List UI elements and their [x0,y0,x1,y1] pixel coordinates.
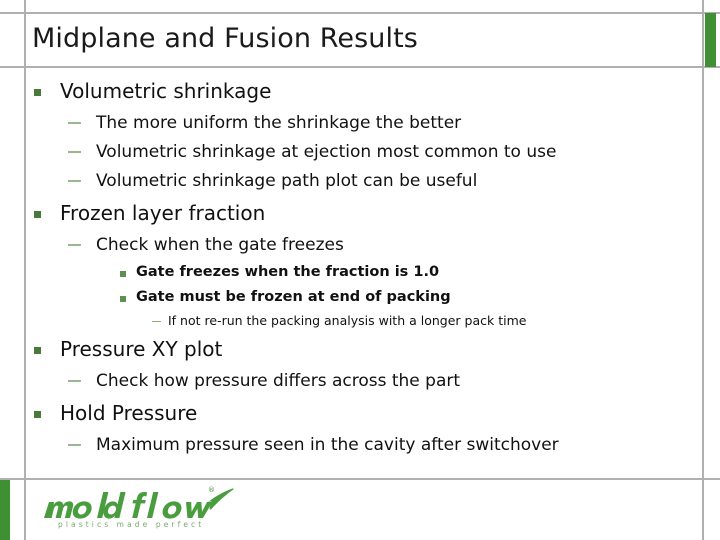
frame-rule-bottom [0,478,720,480]
list-item: The more uniform the shrinkage the bette… [24,109,702,138]
frame-rule-title-divider [0,66,720,68]
dash-bullet-icon [68,151,81,153]
list-item-label: Hold Pressure [60,401,198,425]
slide-title: Midplane and Fusion Results [32,23,418,54]
list-item-label: Check when the gate freezes [96,235,344,255]
list-item-label: If not re-run the packing analysis with … [168,313,527,328]
dash-bullet-icon [68,380,81,382]
accent-bar-right [705,13,716,67]
green-square-bullet-icon [34,211,41,218]
list-item: Volumetric shrinkage path plot can be us… [24,167,702,196]
list-item: Pressure XY plot [24,332,702,367]
list-item-label: Maximum pressure seen in the cavity afte… [96,435,559,455]
dash-bullet-icon [152,321,161,322]
dash-bullet-icon [68,444,81,446]
list-item-label: Pressure XY plot [60,337,223,361]
list-item-label: Volumetric shrinkage path plot can be us… [96,171,478,191]
logo-tagline: plastics made perfect [58,520,205,529]
green-square-bullet-icon [120,296,126,302]
list-item: Gate freezes when the fraction is 1.0 [24,260,702,285]
list-item: Gate must be frozen at end of packing [24,285,702,310]
green-square-bullet-icon [34,411,41,418]
list-item: Maximum pressure seen in the cavity afte… [24,431,702,460]
list-item-label: Check how pressure differs across the pa… [96,371,461,391]
green-square-bullet-icon [34,347,41,354]
list-item-label: Gate freezes when the fraction is 1.0 [136,264,440,280]
list-item: Hold Pressure [24,396,702,431]
list-item: Volumetric shrinkage at ejection most co… [24,138,702,167]
list-item-label: Frozen layer fraction [60,201,266,225]
list-item: Check how pressure differs across the pa… [24,367,702,396]
list-item-label: Volumetric shrinkage [60,79,272,103]
green-square-bullet-icon [34,89,41,96]
dash-bullet-icon [68,244,81,246]
registered-trademark-icon: ® [208,486,215,494]
dash-bullet-icon [68,180,81,182]
slide-canvas: Midplane and Fusion Results Volumetric s… [0,0,720,540]
frame-rule-top [0,12,720,14]
list-item: Frozen layer fraction [24,196,702,231]
moldflow-logo: plastics made perfect ® [40,484,240,534]
list-item-label: Gate must be frozen at end of packing [136,289,451,305]
list-item-label: The more uniform the shrinkage the bette… [96,113,462,133]
list-item: If not re-run the packing analysis with … [24,310,702,332]
dash-bullet-icon [68,122,81,124]
list-item: Volumetric shrinkage [24,74,702,109]
green-square-bullet-icon [120,271,126,277]
accent-bar-left [0,480,10,540]
bullet-list: Volumetric shrinkage The more uniform th… [24,74,702,460]
list-item: Check when the gate freezes [24,231,702,260]
frame-rule-right [702,0,704,540]
list-item-label: Volumetric shrinkage at ejection most co… [96,142,557,162]
